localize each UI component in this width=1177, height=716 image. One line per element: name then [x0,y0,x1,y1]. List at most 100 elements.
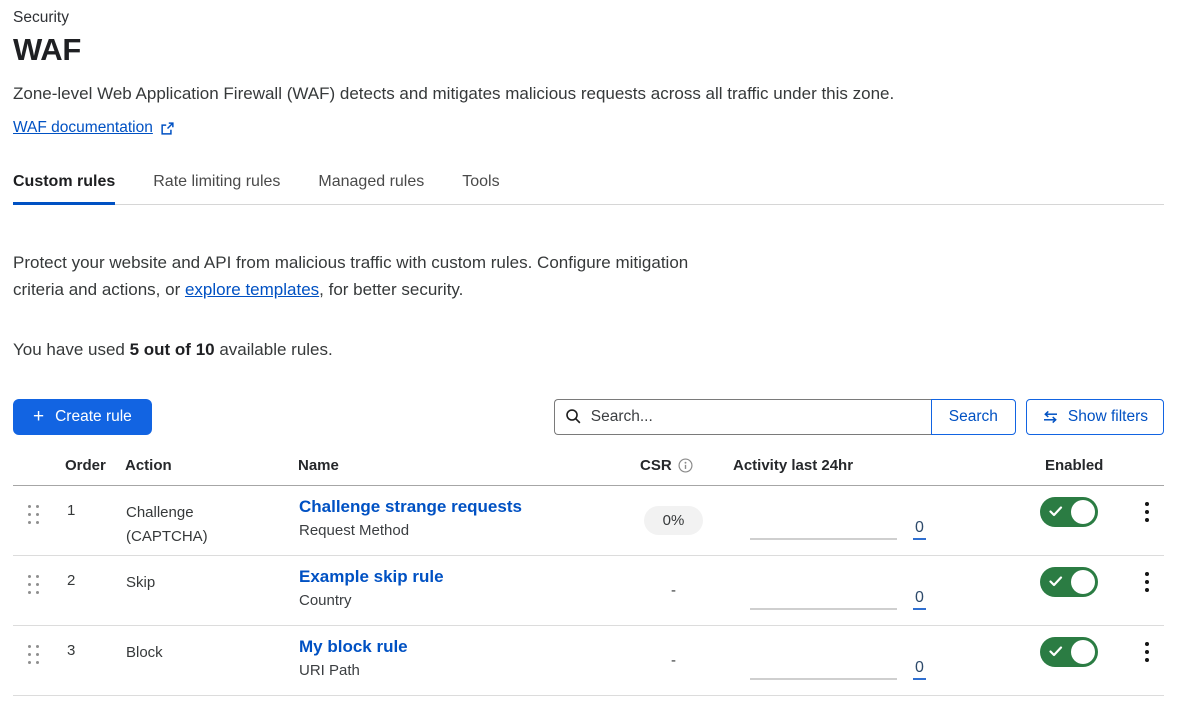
activity-cell: 0 [721,486,931,555]
page-description: Zone-level Web Application Firewall (WAF… [13,84,1164,104]
swap-arrows-icon [1042,410,1059,424]
check-icon [1049,505,1063,523]
drag-handle[interactable] [13,486,53,555]
activity-sparkline [750,678,897,680]
toggle-knob [1071,500,1095,524]
rule-order: 1 [53,486,113,555]
csr-header-label: CSR [640,457,672,474]
search-area: Search Show filters [554,399,1164,435]
tab-custom-rules[interactable]: Custom rules [13,173,115,204]
rule-expression: Country [299,592,626,609]
kebab-menu-icon[interactable] [1139,500,1155,555]
activity-count-link[interactable]: 0 [913,590,926,610]
column-header-activity: Activity last 24hr [721,457,931,474]
rule-action-line1: Skip [126,571,286,595]
table-row: 3 Block My block rule URI Path - 0 [13,626,1164,696]
column-header-name: Name [286,457,626,474]
table-row: 1 Challenge (CAPTCHA) Challenge strange … [13,486,1164,556]
breadcrumb: Security [13,9,1164,27]
activity-sparkline [750,538,897,540]
column-header-csr: CSR [626,457,721,474]
activity-cell: 0 [721,556,931,625]
header-spacer2 [931,457,1029,474]
toggle-knob [1071,570,1095,594]
rule-name-link[interactable]: Example skip rule [299,567,444,587]
kebab-cell [1119,486,1164,555]
rule-name-link[interactable]: Challenge strange requests [299,497,522,517]
enabled-toggle[interactable] [1040,567,1098,597]
activity-sparkline [750,608,897,610]
csr-value: - [671,652,676,669]
explore-templates-link[interactable]: explore templates [185,280,319,299]
activity-cell: 0 [721,626,931,695]
enabled-toggle[interactable] [1040,497,1098,527]
table-header: Order Action Name CSR Activity last 24hr… [13,457,1164,486]
doc-link-row: WAF documentation [13,119,1164,137]
search-input[interactable] [554,399,931,435]
usage-count: 5 out of 10 [130,340,215,359]
drag-handle[interactable] [13,626,53,695]
column-header-action: Action [113,457,286,474]
rule-name-link[interactable]: My block rule [299,637,408,657]
create-rule-button[interactable]: + Create rule [13,399,152,435]
rule-action: Challenge (CAPTCHA) [113,486,286,555]
search-icon [565,408,582,430]
rules-table: Order Action Name CSR Activity last 24hr… [13,457,1164,696]
column-header-enabled: Enabled [1029,457,1119,474]
show-filters-button[interactable]: Show filters [1026,399,1164,435]
tab-tools[interactable]: Tools [462,173,499,204]
tab-bar: Custom rules Rate limiting rules Managed… [13,173,1164,205]
waf-page: Security WAF Zone-level Web Application … [0,9,1177,696]
rule-action-line2: (CAPTCHA) [126,525,286,549]
drag-handle[interactable] [13,556,53,625]
kebab-cell [1119,626,1164,695]
csr-cell: - [626,626,721,695]
check-icon [1049,645,1063,663]
intro-text: Protect your website and API from malici… [13,249,1164,303]
rule-action-line1: Block [126,641,286,665]
csr-badge: 0% [644,506,704,535]
kebab-cell [1119,556,1164,625]
create-rule-label: Create rule [55,408,132,426]
kebab-menu-icon[interactable] [1139,570,1155,625]
rule-action: Block [113,626,286,695]
waf-documentation-link[interactable]: WAF documentation [13,119,153,137]
intro-line2-after: , for better security. [319,280,463,299]
column-header-order: Order [53,457,113,474]
rule-order: 3 [53,626,113,695]
enabled-toggle[interactable] [1040,637,1098,667]
csr-value: - [671,582,676,599]
activity-count-link[interactable]: 0 [913,660,926,680]
rule-expression: URI Path [299,662,626,679]
kebab-menu-icon[interactable] [1139,640,1155,695]
header-spacer [13,457,53,474]
row-spacer [931,486,1029,555]
usage-prefix: You have used [13,340,130,359]
row-spacer [931,626,1029,695]
row-spacer [931,556,1029,625]
activity-count-link[interactable]: 0 [913,520,926,540]
page-title: WAF [13,32,1164,68]
show-filters-label: Show filters [1068,408,1148,426]
csr-cell: - [626,556,721,625]
header-spacer3 [1119,457,1164,474]
toolbar: + Create rule Search [13,399,1164,435]
external-link-icon [160,121,175,136]
rule-name-cell: Challenge strange requests Request Metho… [286,486,626,555]
tab-managed-rules[interactable]: Managed rules [318,173,424,204]
info-icon[interactable] [678,458,693,473]
drag-dots-icon [28,575,39,594]
intro-line1: Protect your website and API from malici… [13,253,688,272]
rule-action-line1: Challenge [126,501,286,525]
rule-name-cell: My block rule URI Path [286,626,626,695]
enabled-cell [1029,486,1119,555]
check-icon [1049,575,1063,593]
tab-rate-limiting-rules[interactable]: Rate limiting rules [153,173,280,204]
drag-dots-icon [28,505,39,524]
intro-line2-before: criteria and actions, or [13,280,185,299]
search-box [554,399,931,435]
rule-expression: Request Method [299,522,626,539]
search-button[interactable]: Search [931,399,1016,435]
table-row: 2 Skip Example skip rule Country - 0 [13,556,1164,626]
plus-icon: + [33,407,44,426]
